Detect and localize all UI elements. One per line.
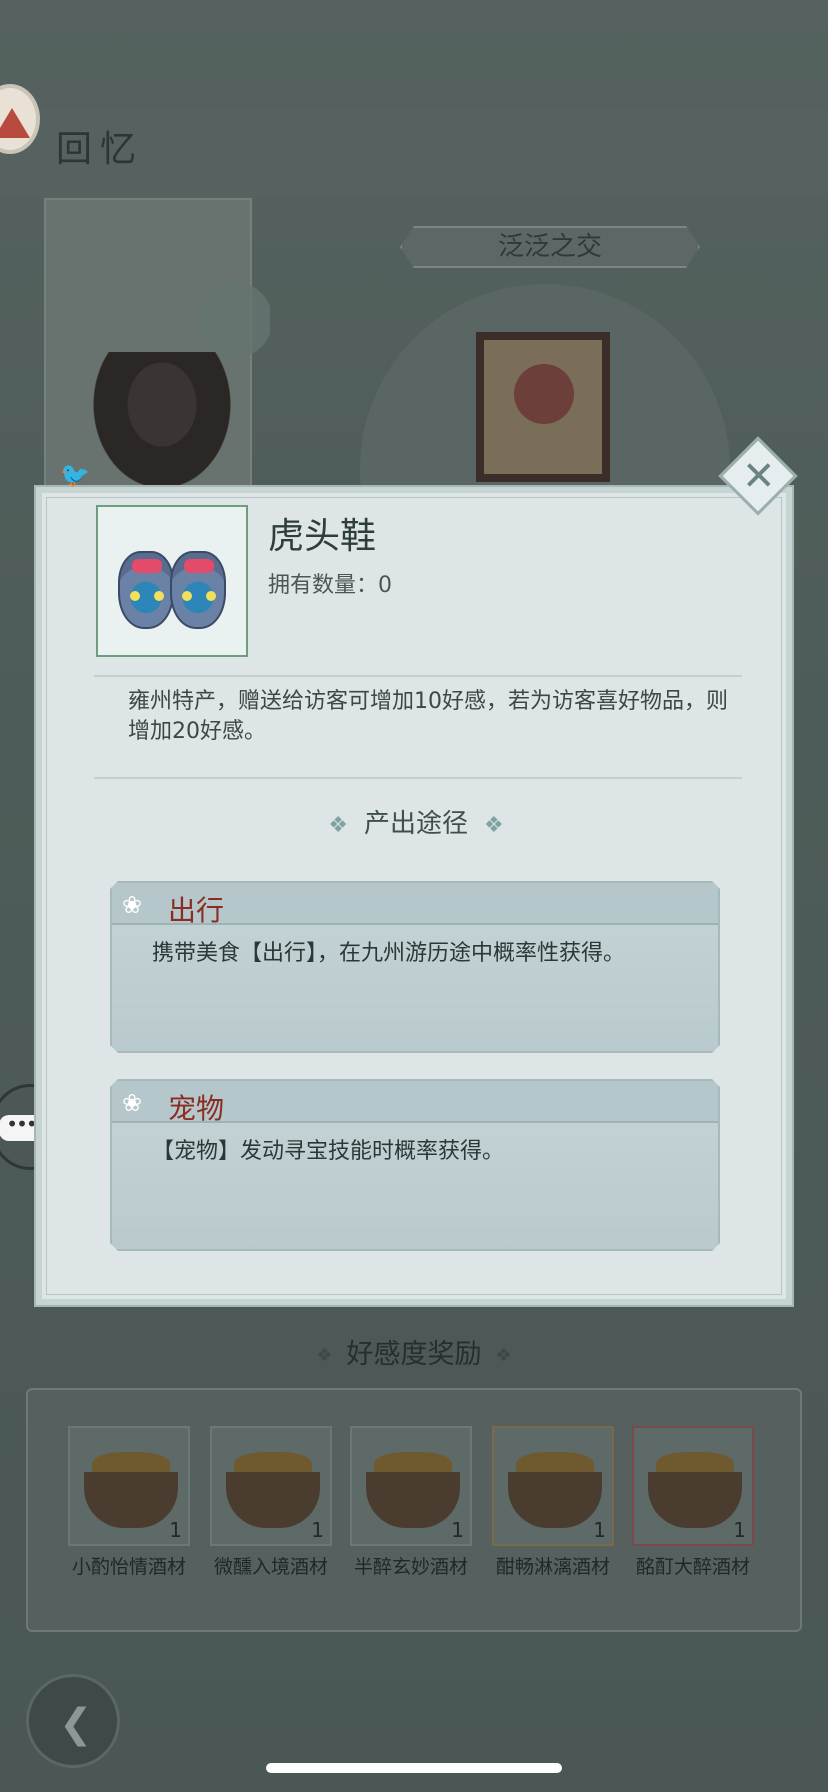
reward-thumb: 1 [350, 1426, 472, 1546]
reward-count: 1 [451, 1518, 464, 1542]
reward-item[interactable]: 1 酣畅淋漓酒材 [492, 1426, 614, 1579]
source-text: 【宠物】发动寻宝技能时概率获得。 [152, 1139, 505, 1164]
page-title: 回忆 [56, 129, 145, 170]
lantern-image [476, 332, 610, 482]
basket-icon [648, 1472, 742, 1528]
reward-item[interactable]: 1 微醺入境酒材 [210, 1426, 332, 1579]
reward-thumb: 1 [632, 1426, 754, 1546]
flower-icon [514, 364, 574, 424]
sources-section-title: ❖ 产出途径 ❖ [36, 803, 796, 840]
source-text: 携带美食【出行】，在九州游历途中概率性获得。 [152, 941, 626, 966]
diamond-icon: ❖ [484, 813, 504, 838]
basket-icon [84, 1472, 178, 1528]
lotus-icon: ❀ [122, 891, 143, 919]
reward-label: 酩酊大醉酒材 [635, 1556, 750, 1578]
back-button[interactable]: ❮ [26, 1674, 120, 1768]
reward-label: 半醉玄妙酒材 [353, 1556, 468, 1578]
basket-icon [366, 1472, 460, 1528]
mountain-icon [0, 108, 30, 138]
reward-count: 1 [733, 1518, 746, 1542]
source-name: 宠物 [168, 1092, 225, 1125]
rewards-panel: 1 小酌怡情酒材 1 微醺入境酒材 1 半醉玄妙酒材 1 酣畅淋漓酒材 1 酩酊… [26, 1388, 802, 1632]
reward-count: 1 [593, 1518, 606, 1542]
reward-item[interactable]: 1 半醉玄妙酒材 [350, 1426, 472, 1579]
divider [94, 777, 742, 779]
basket-icon [508, 1472, 602, 1528]
reward-count: 1 [169, 1518, 182, 1542]
tiger-shoe-icon [170, 551, 226, 629]
source-card[interactable]: ❀ 出行 携带美食【出行】，在九州游历途中概率性获得。 [110, 881, 720, 1053]
relationship-level-tag: 泛泛之交 [400, 226, 700, 268]
reward-label: 小酌怡情酒材 [71, 1556, 186, 1578]
diamond-icon: ❖ [495, 1345, 512, 1366]
source-card[interactable]: ❀ 宠物 【宠物】发动寻宝技能时概率获得。 [110, 1079, 720, 1251]
reward-thumb: 1 [210, 1426, 332, 1546]
rewards-section-title: ❖ 好感度奖励 ❖ [0, 1332, 828, 1371]
home-indicator[interactable] [266, 1763, 562, 1773]
back-arrow-icon: ❮ [59, 1701, 93, 1747]
item-detail-modal: 🐦 虎头鞋 拥有数量：0 雍州特产，赠送给访客可增加10好感，若为访客喜好物品，… [34, 461, 796, 1307]
item-image-frame [96, 505, 248, 657]
reward-item[interactable]: 1 酩酊大醉酒材 [632, 1426, 754, 1579]
diamond-icon: ❖ [316, 1345, 333, 1366]
diamond-icon: ❖ [328, 813, 348, 838]
lotus-icon: ❀ [122, 1089, 143, 1117]
reward-item[interactable]: 1 小酌怡情酒材 [68, 1426, 190, 1579]
source-name: 出行 [168, 894, 225, 927]
item-owned-count: 拥有数量：0 [268, 573, 392, 598]
sources-title-text: 产出途径 [363, 809, 468, 839]
reward-thumb: 1 [492, 1426, 614, 1546]
reward-thumb: 1 [68, 1426, 190, 1546]
reward-label: 酣畅淋漓酒材 [495, 1556, 610, 1578]
bird-decoration-icon: 🐦 [60, 461, 90, 489]
rewards-title-text: 好感度奖励 [346, 1339, 482, 1370]
tiger-shoe-icon [118, 551, 174, 629]
divider [94, 675, 742, 677]
basket-icon [226, 1472, 320, 1528]
item-description: 雍州特产，赠送给访客可增加10好感，若为访客喜好物品，则增加20好感。 [128, 689, 728, 744]
item-name: 虎头鞋 [268, 516, 377, 557]
close-icon: ✕ [741, 453, 776, 500]
reward-label: 微醺入境酒材 [213, 1556, 328, 1578]
reward-count: 1 [311, 1518, 324, 1542]
